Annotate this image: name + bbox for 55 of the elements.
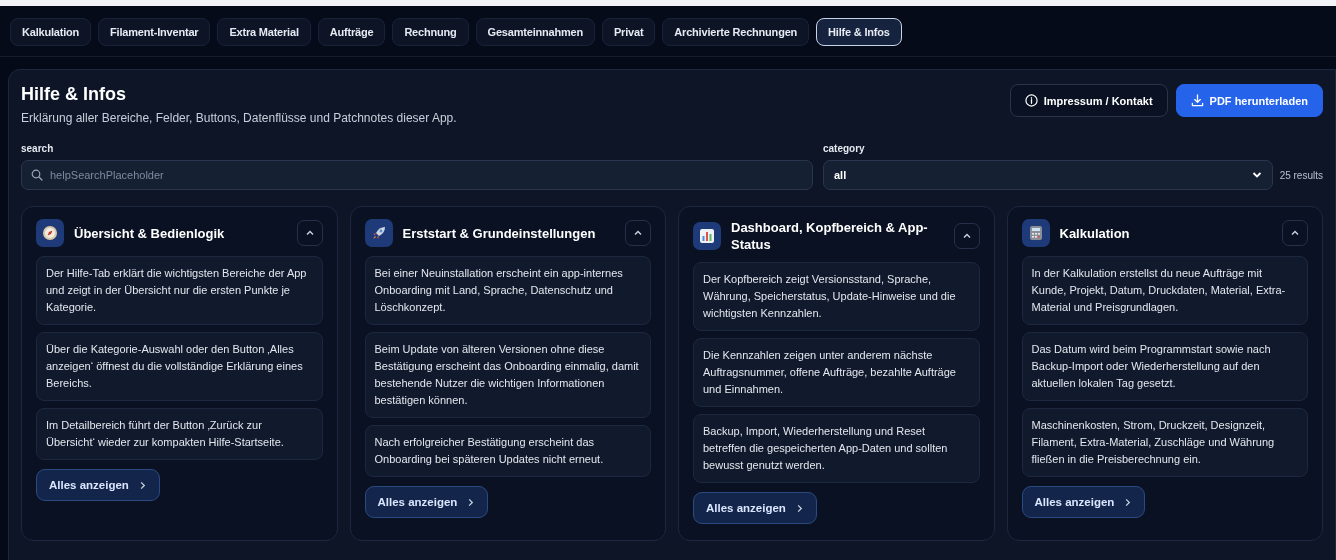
page-subtitle: Erklärung aller Bereiche, Felder, Buttons, Datenflüsse und Patchnotes dieser App. [21,111,457,125]
download-button[interactable]: PDF herunterladen [1175,84,1323,117]
calculator-icon [1021,219,1050,247]
show-all-button[interactable]: Alles anzeigen [693,492,817,524]
help-item: Maschinenkosten, Strom, Druckzeit, Designzeit, Filament, Extra-Material, Zuschläge und Währung fließen in die Preisberechnung ein. [1021,408,1308,477]
tab[interactable]: Gesamteinnahmen [475,18,595,46]
info-icon [1024,94,1038,107]
tab[interactable]: Filament-Inventar [98,18,211,46]
card-title: Übersicht & Bedienlogik [74,224,226,242]
show-all-button[interactable]: Alles anzeigen [364,486,489,518]
contact-button[interactable]: Impressum / Kontakt [1009,84,1168,117]
help-item: Im Detailbereich führt der Button ‚Zurück zur Übersicht‘ wieder zur kompakten Hilfe-Startseite. [36,408,323,460]
chevron-right-icon [1123,497,1133,507]
bar-chart-icon [693,222,721,250]
collapse-toggle[interactable] [296,220,323,246]
result-count: 25 results [1279,169,1323,181]
compass-icon [36,219,64,247]
tab[interactable]: Rechnung [392,18,469,46]
tab[interactable]: Extra Material [217,18,311,46]
collapse-toggle[interactable] [953,223,980,249]
collapse-toggle[interactable] [1282,220,1308,246]
help-item: Das Datum wird beim Programmstart sowie nach Backup-Import oder Wiederherstellung auf den aktuellen lokalen Tag gesetzt. [1021,332,1308,401]
help-item: Bei einer Neuinstallation erscheint ein app-internes Onboarding mit Land, Sprache, Datenschutz und Löschkonzept. [364,256,651,325]
show-all-button[interactable]: Alles anzeigen [36,469,160,501]
help-item: Über die Kategorie-Auswahl oder den Button ‚Alles anzeigen‘ öffnest du die vollständige Erklärung eines Bereichs. [36,332,323,401]
tab[interactable]: Kalkulation [10,18,92,46]
tab[interactable]: Aufträge [317,18,386,46]
page-title: Hilfe & Infos [21,84,127,105]
chevron-up-icon [304,228,315,238]
help-item: Nach erfolgreicher Bestätigung erscheint das Onboarding bei späteren Updates nicht erneut. [364,425,651,477]
tab[interactable]: Privat [602,18,656,46]
show-all-button[interactable]: Alles anzeigen [1021,486,1146,518]
help-item: Die Kennzahlen zeigen unter anderem nächste Auftragsnummer, offene Aufträge, bezahlte Aufträge und Einnahmen. [693,338,980,407]
category-label: category [823,143,866,154]
card-title: Kalkulation [1059,224,1131,242]
category-dropdown[interactable]: all [823,160,1273,190]
tab[interactable]: Archivierte Rechnungen [662,18,810,46]
chevron-right-icon [466,497,476,507]
search-label: search [21,143,55,154]
tab[interactable]: Hilfe & Infos [816,18,902,46]
card-title: Dashboard, Kopfbereich & App-Status [731,219,929,253]
download-icon [1190,94,1204,107]
search-field[interactable]: helpSearchPlaceholder [21,160,813,190]
help-item: Der Kopfbereich zeigt Versionsstand, Sprache, Währung, Speicherstatus, Update-Hinweise und die wichtigsten Kennzahlen. [693,262,980,331]
rocket-icon [364,219,393,247]
chevron-up-icon [1290,228,1300,238]
chevron-down-icon [1251,170,1262,180]
help-item: Der Hilfe-Tab erklärt die wichtigsten Bereiche der App und zeigt in der Übersicht nur die ersten Punkte je Kategorie. [36,256,323,325]
help-item: Beim Update von älteren Versionen ohne diese Bestätigung erscheint das Onboarding einmalig, damit bestehende Nutzer die wichtigen Informationen bestätigen können. [364,332,651,418]
chevron-up-icon [961,231,972,241]
card-title: Erststart & Grundeinstellungen [402,224,597,242]
help-item: In der Kalkulation erstellst du neue Aufträge mit Kunde, Projekt, Datum, Druckdaten, Material, Extra-Material und Preisgrundlagen. [1021,256,1308,325]
chevron-up-icon [633,228,643,238]
help-item: Backup, Import, Wiederherstellung und Reset betreffen die gespeicherten App-Daten und sollten bewusst genutzt werden. [693,414,980,483]
collapse-toggle[interactable] [625,220,651,246]
